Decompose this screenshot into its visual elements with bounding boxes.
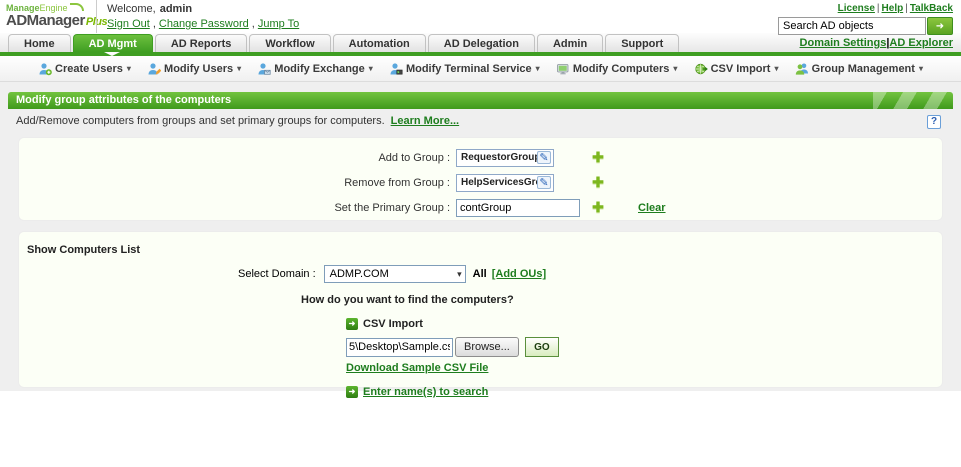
chevron-down-icon: ▾: [535, 64, 540, 73]
chevron-down-icon: ▾: [673, 64, 678, 73]
csv-import-block: ➜ CSV Import Browse... GO Download Sampl…: [346, 318, 942, 398]
csv-import-menu[interactable]: CSV Import ▾: [694, 62, 779, 76]
top-right-area: License|Help|TalkBack ➜: [776, 0, 961, 35]
csv-file-input[interactable]: [346, 337, 453, 357]
green-arrow-icon: ➜: [346, 318, 358, 330]
user-edit-icon: [148, 62, 162, 75]
tab-ad-mgmt[interactable]: AD Mgmt: [72, 34, 153, 52]
create-users-menu[interactable]: Create Users ▾: [38, 62, 131, 76]
logo-swoosh-icon: [69, 3, 84, 11]
welcome-text: Welcome, admin: [107, 3, 193, 15]
page: ManageEngine ADManagerPlus Welcome, admin…: [0, 0, 961, 467]
show-computers-heading: Show Computers List: [27, 244, 141, 256]
select-domain-label: Select Domain :: [238, 268, 316, 280]
enter-names-search-link[interactable]: Enter name(s) to search: [363, 386, 488, 398]
chevron-down-icon: ▾: [774, 64, 779, 73]
user-terminal-icon: [390, 62, 403, 74]
help-icon[interactable]: ?: [927, 115, 941, 129]
group-icon: [795, 63, 808, 75]
content-area: Modify group attributes of the computers…: [0, 82, 961, 398]
chevron-down-icon: ▾: [368, 64, 373, 73]
search-button[interactable]: ➜: [927, 17, 953, 35]
active-tab-notch: [104, 52, 120, 56]
chevron-down-icon: ▾: [237, 64, 242, 73]
tab-ad-reports[interactable]: AD Reports: [154, 34, 248, 52]
chevron-down-icon: ▾: [918, 64, 923, 73]
page-title: Modify group attributes of the computers: [16, 94, 232, 106]
search-input[interactable]: [778, 17, 926, 35]
tab-automation[interactable]: Automation: [332, 34, 426, 52]
csv-import-icon: [694, 63, 708, 74]
group-management-menu[interactable]: Group Management ▾: [795, 62, 923, 76]
find-computers-question: How do you want to find the computers?: [301, 294, 514, 306]
tab-support[interactable]: Support: [605, 34, 680, 52]
change-password-link[interactable]: Change Password: [159, 18, 249, 30]
brand-main: ADManagerPlus: [6, 12, 108, 29]
action-toolbar: Create Users ▾ Modify Users ▾ Modify Excha…: [0, 56, 961, 82]
clear-link[interactable]: Clear: [638, 202, 666, 214]
modify-exchange-menu[interactable]: Modify Exchange ▾: [257, 62, 373, 76]
user-add-icon: [39, 62, 52, 75]
username: admin: [159, 3, 193, 15]
arrow-right-icon: ➜: [935, 20, 945, 32]
csv-import-label: CSV Import: [363, 318, 423, 330]
csv-file-row: Browse... GO: [346, 337, 942, 357]
edit-icon[interactable]: ✎: [537, 151, 551, 164]
add-to-group-label: Add to Group :: [378, 151, 450, 164]
page-subtitle: Add/Remove computers from groups and set…: [16, 115, 385, 127]
group-attributes-panel: Add to Group : RequestorGroup... ✎ ✚ Rem…: [18, 137, 943, 221]
license-link[interactable]: License: [838, 3, 875, 14]
tab-admin[interactable]: Admin: [536, 34, 604, 52]
learn-more-link[interactable]: Learn More...: [391, 115, 459, 127]
computer-icon: [556, 63, 569, 74]
chevron-down-icon: ▾: [126, 64, 131, 73]
tab-home[interactable]: Home: [8, 34, 71, 52]
tab-workflow[interactable]: Workflow: [249, 34, 331, 52]
jump-to-link[interactable]: Jump To: [258, 18, 299, 30]
primary-group-row: Set the Primary Group : ✚ Clear: [19, 197, 942, 218]
talkback-link[interactable]: TalkBack: [910, 3, 953, 14]
add-to-group-row: Add to Group : RequestorGroup... ✎ ✚: [19, 147, 942, 168]
page-title-bar: Modify group attributes of the computers: [8, 92, 953, 109]
welcome-area: Welcome, admin Sign Out, Change Password, J…: [96, 0, 776, 33]
modify-computers-menu[interactable]: Modify Computers ▾: [556, 62, 678, 76]
tab-ad-delegation[interactable]: AD Delegation: [427, 34, 535, 52]
download-sample-csv-link[interactable]: Download Sample CSV File: [346, 362, 488, 374]
show-computers-panel: Show Computers List Select Domain : ADMP…: [18, 231, 943, 398]
all-label: All: [472, 268, 487, 280]
user-exchange-icon: [258, 62, 271, 75]
page-subtitle-row: Add/Remove computers from groups and set…: [8, 109, 953, 133]
top-bar: ManageEngine ADManagerPlus Welcome, admin…: [0, 0, 961, 35]
help-link[interactable]: Help: [882, 3, 904, 14]
active-tab-strip: [0, 52, 961, 56]
modify-users-menu[interactable]: Modify Users ▾: [147, 62, 241, 76]
main-nav-tabs: Home AD Mgmt AD Reports Workflow Automat…: [0, 33, 961, 52]
remove-from-group-picker[interactable]: HelpServicesGro... ✎: [456, 173, 554, 192]
select-domain-row: Select Domain : ADMP.COM ▾ All [Add OUs]: [238, 265, 942, 283]
remove-group-plus-icon[interactable]: ✚: [588, 174, 608, 191]
add-to-group-picker[interactable]: RequestorGroup... ✎: [456, 148, 554, 167]
ad-explorer-link[interactable]: AD Explorer: [889, 37, 953, 49]
chevron-down-icon: ▾: [457, 268, 462, 279]
go-button[interactable]: GO: [524, 337, 559, 357]
modify-terminal-service-menu[interactable]: Modify Terminal Service ▾: [389, 62, 540, 76]
primary-group-plus-icon[interactable]: ✚: [588, 199, 608, 216]
domain-select[interactable]: ADMP.COM ▾: [323, 265, 466, 283]
domain-settings-link[interactable]: Domain Settings: [800, 37, 887, 49]
sign-out-link[interactable]: Sign Out: [107, 18, 150, 30]
browse-button[interactable]: Browse...: [455, 337, 519, 357]
add-ous-link[interactable]: [Add OUs]: [492, 268, 546, 280]
edit-icon[interactable]: ✎: [537, 176, 551, 189]
remove-from-group-row: Remove from Group : HelpServicesGro... ✎…: [19, 172, 942, 193]
app-logo[interactable]: ManageEngine ADManagerPlus: [0, 0, 108, 33]
primary-group-label: Set the Primary Group :: [334, 201, 450, 214]
remove-from-group-label: Remove from Group :: [344, 176, 450, 189]
primary-group-input[interactable]: [456, 198, 580, 217]
green-arrow-icon: ➜: [346, 386, 358, 398]
header-stripes-decoration: [873, 92, 953, 109]
add-group-plus-icon[interactable]: ✚: [588, 149, 608, 166]
